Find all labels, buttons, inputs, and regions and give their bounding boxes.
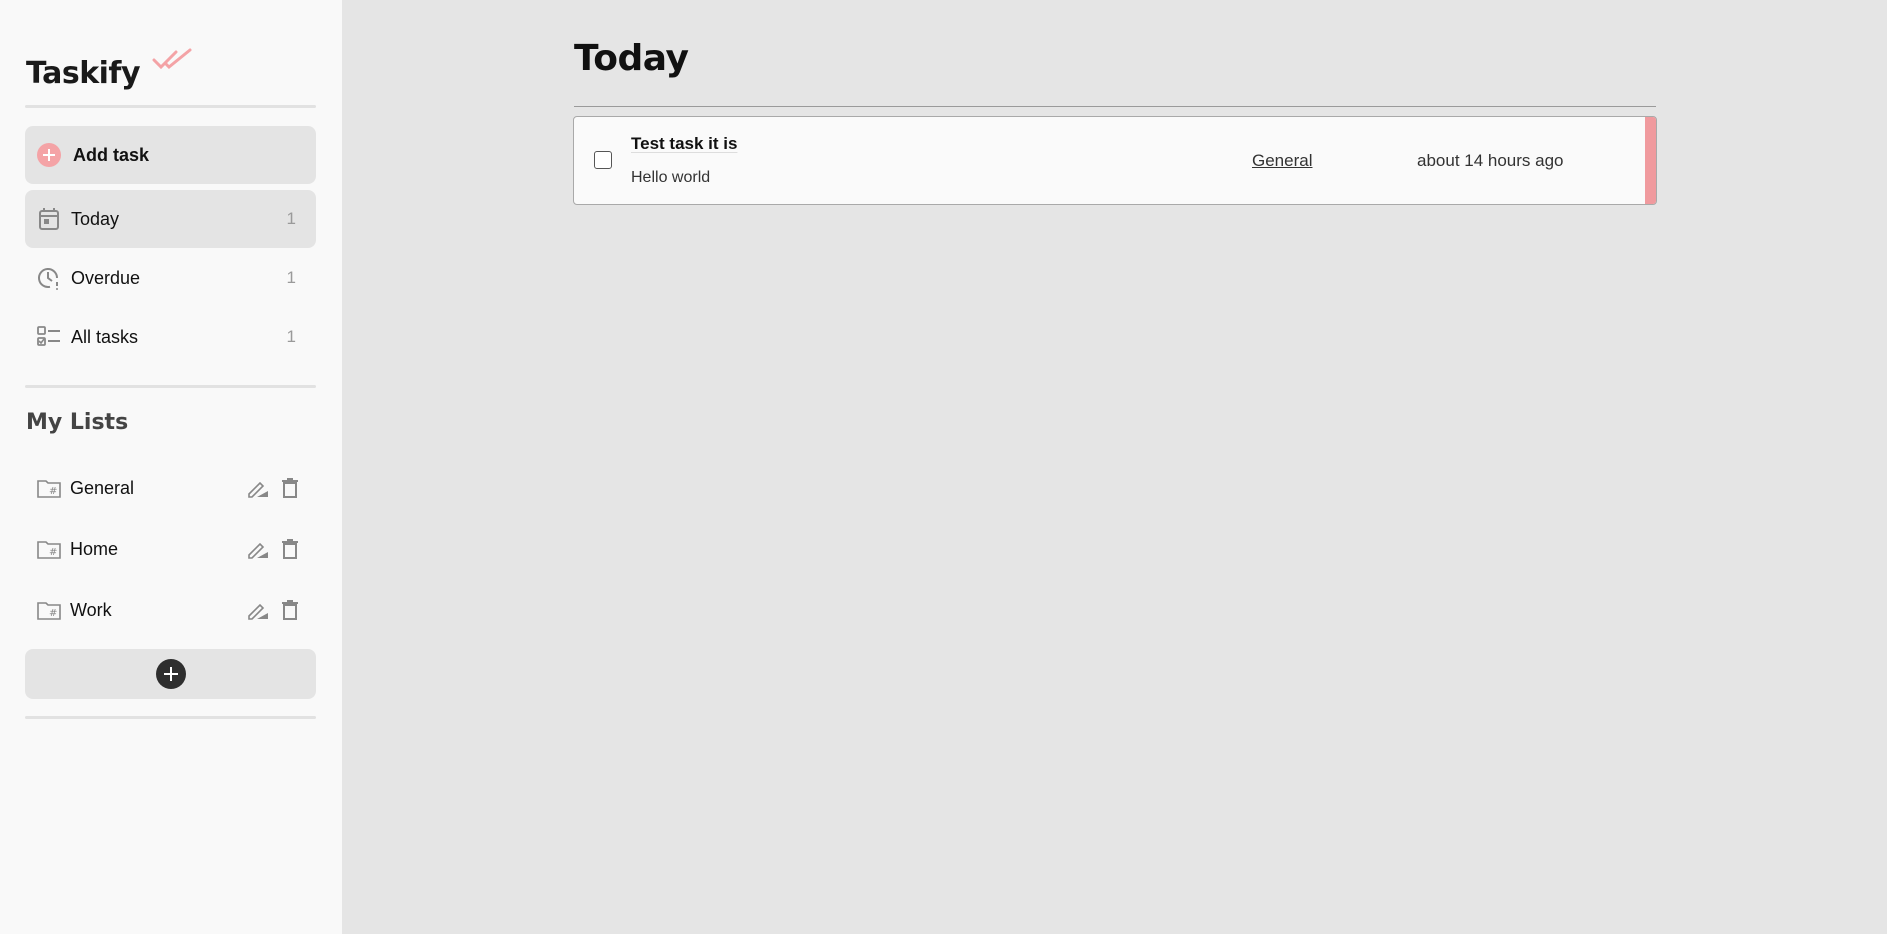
folder-hash-icon: # — [37, 537, 61, 561]
plus-circle-icon — [155, 659, 186, 689]
checklist-icon — [37, 325, 61, 349]
calendar-icon — [37, 207, 61, 231]
edit-icon[interactable] — [246, 598, 270, 622]
trash-icon[interactable] — [278, 476, 302, 500]
add-task-button[interactable]: Add task — [25, 126, 316, 184]
trash-icon[interactable] — [278, 598, 302, 622]
sidebar-item-label: Overdue — [71, 267, 141, 288]
task-checkbox[interactable] — [594, 151, 612, 169]
title-divider — [574, 106, 1656, 107]
sidebar-item-label: Today — [71, 208, 120, 229]
svg-text:#: # — [49, 608, 57, 619]
edit-icon[interactable] — [246, 537, 270, 561]
sidebar: Taskify Add task Today 1 Overdue 1 All t… — [0, 0, 342, 934]
edit-icon[interactable] — [246, 476, 270, 500]
add-task-label: Add task — [73, 144, 150, 165]
plus-circle-icon — [37, 143, 61, 167]
sidebar-item-label: All tasks — [71, 326, 139, 347]
sidebar-item-today[interactable]: Today 1 — [25, 190, 316, 248]
list-item-home[interactable]: # Home — [25, 524, 316, 574]
clock-alert-icon — [37, 266, 61, 290]
task-list-link[interactable]: General — [1252, 151, 1312, 171]
priority-indicator — [1645, 117, 1656, 204]
task-timestamp: about 14 hours ago — [1417, 151, 1564, 170]
brand: Taskify — [26, 48, 192, 91]
sidebar-item-count: 1 — [286, 209, 296, 228]
sidebar-item-count: 1 — [286, 268, 296, 287]
task-description: Hello world — [631, 169, 711, 186]
task-card[interactable]: Test task it is Hello world General abou… — [573, 116, 1657, 205]
sidebar-item-all-tasks[interactable]: All tasks 1 — [25, 308, 316, 366]
list-item-general[interactable]: # General — [25, 463, 316, 513]
trash-icon[interactable] — [278, 537, 302, 561]
page-title: Today — [574, 38, 689, 79]
list-item-work[interactable]: # Work — [25, 585, 316, 635]
double-check-icon — [152, 48, 192, 79]
sidebar-item-count: 1 — [286, 327, 296, 346]
sidebar-divider — [25, 716, 316, 719]
svg-text:#: # — [49, 486, 57, 497]
list-item-label: Work — [70, 599, 112, 620]
sidebar-divider — [25, 105, 316, 108]
folder-hash-icon: # — [37, 476, 61, 500]
task-title: Test task it is — [631, 134, 738, 153]
app-title: Taskify — [26, 56, 141, 91]
list-item-label: Home — [70, 538, 119, 559]
sidebar-divider — [25, 385, 316, 388]
my-lists-heading: My Lists — [26, 410, 129, 435]
sidebar-item-overdue[interactable]: Overdue 1 — [25, 249, 316, 307]
folder-hash-icon: # — [37, 598, 61, 622]
list-item-label: General — [70, 477, 135, 498]
svg-text:#: # — [49, 547, 57, 558]
add-list-button[interactable] — [25, 649, 316, 699]
